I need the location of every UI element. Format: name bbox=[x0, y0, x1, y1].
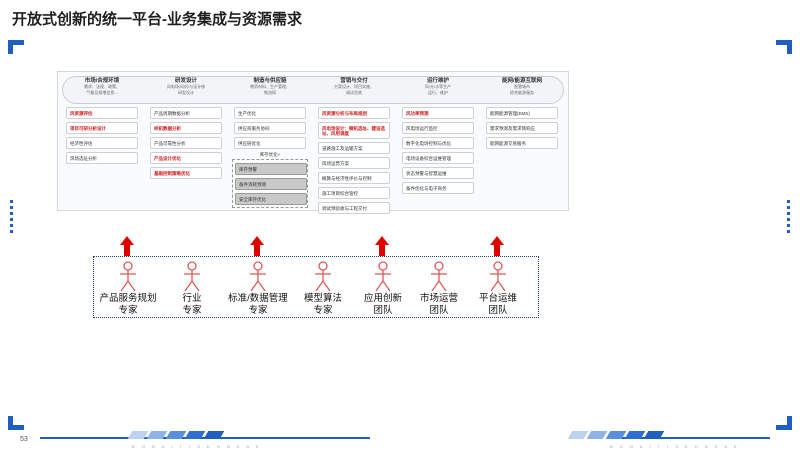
subgroup-label: 库存优化+ bbox=[259, 152, 281, 157]
capability-box[interactable]: 风电场运行监控 bbox=[402, 122, 474, 134]
capability-box[interactable]: 能网能源交易服务 bbox=[486, 137, 558, 149]
person-icon bbox=[118, 261, 138, 293]
page-number: 53 bbox=[20, 436, 28, 443]
arrow-head bbox=[120, 236, 134, 245]
arrow-shaft bbox=[124, 245, 130, 256]
arrow-shaft bbox=[494, 245, 500, 256]
arch-column-header: 制造与供应链 物资材料、生产管理、 物流网 bbox=[230, 78, 310, 104]
role-card: 行业 专家 bbox=[154, 257, 230, 317]
capability-box[interactable]: 施工项目综合管控 bbox=[318, 187, 390, 199]
role-label-line2: 专家 bbox=[182, 305, 202, 316]
arrow-shaft bbox=[254, 245, 260, 256]
person-icon bbox=[313, 261, 333, 293]
up-arrow-icon bbox=[120, 236, 134, 256]
footer-chevrons-right bbox=[567, 431, 665, 439]
capability-box[interactable]: 备件优化与电子商务 bbox=[402, 182, 474, 194]
arch-column-header: 市场/合规环境 需求、法规、政策、 气象及倾增信息... bbox=[62, 78, 142, 104]
person-icon bbox=[488, 261, 508, 293]
role-label: 平台运维 bbox=[478, 293, 517, 304]
up-arrow-icon bbox=[250, 236, 264, 256]
up-arrow-icon bbox=[490, 236, 504, 256]
capability-box[interactable]: 需求预测及需求侧响应 bbox=[486, 122, 558, 134]
arch-column-sub2: 研发设计 bbox=[178, 90, 194, 95]
arrow-head bbox=[375, 236, 389, 245]
capability-box[interactable]: 状态预警与智慧运维 bbox=[402, 167, 474, 179]
capability-box[interactable]: 数字化电场控制与优化 bbox=[402, 137, 474, 149]
arch-column-header: 研发设计 风电场/风机/与设计修 研发设计 bbox=[146, 78, 226, 104]
capability-box[interactable]: 调试预验收与工程交付 bbox=[318, 202, 390, 214]
arch-column-sub2: 物流网 bbox=[264, 90, 276, 95]
capability-box[interactable]: 风资源评估 bbox=[66, 107, 138, 119]
arch-column-header: 营销与交付 方案设计、项目实施、 调试验收 bbox=[314, 78, 394, 104]
capability-box[interactable]: 风功率预测 bbox=[402, 107, 474, 119]
capability-box[interactable]: 产品周期数据分析 bbox=[150, 107, 222, 119]
role-card: 平台运维 团队 bbox=[460, 257, 536, 317]
arch-column: 研发设计 风电场/风机/与设计修 研发设计产品周期数据分析 样机数据分析 产品可靠性分析… bbox=[146, 78, 226, 179]
footer-text-right: B O N A I T I S E H N E A E bbox=[610, 444, 740, 449]
corner-bracket-top-right bbox=[776, 40, 792, 54]
person-icon bbox=[373, 261, 393, 293]
arrow-head bbox=[490, 236, 504, 245]
capability-box[interactable]: 供应链优化 bbox=[234, 137, 306, 149]
subgroup: 库存预警备件消耗预测 安全库存优化 bbox=[232, 159, 308, 208]
corner-bracket-bottom-right bbox=[776, 416, 792, 430]
role-label-line2: 团队 bbox=[488, 305, 508, 316]
capability-box[interactable]: 样机数据分析 bbox=[150, 122, 222, 134]
capability-box[interactable]: 基础控制策略优化 bbox=[150, 167, 222, 179]
capability-box[interactable]: 安全库存优化 bbox=[235, 193, 307, 205]
capability-box[interactable]: 库存预警 bbox=[235, 163, 307, 175]
arch-column-sub2: 调试验收 bbox=[346, 90, 362, 95]
person-icon bbox=[248, 261, 268, 293]
footer-chevrons-left bbox=[127, 431, 225, 439]
side-dash-left bbox=[10, 200, 13, 236]
arch-column-sub2: 运行、维护 bbox=[428, 90, 448, 95]
corner-bracket-top-left bbox=[8, 40, 24, 54]
capability-box[interactable]: 电场设备综合运维管理 bbox=[402, 152, 474, 164]
arch-column: 市场/合规环境 需求、法规、政策、 气象及倾增信息... 风资源评估项目可研分析设计经… bbox=[62, 78, 142, 164]
capability-box[interactable]: 项目可研分析设计 bbox=[66, 122, 138, 134]
up-arrow-icon bbox=[375, 236, 389, 256]
footer-text-left: B O N A I T I S E H N E A E bbox=[132, 444, 262, 449]
arch-column-sub2: 气象及倾增信息... bbox=[86, 90, 118, 95]
arch-column: 运行维护 风/光/水等生产 运行、维护风功率预测风电场运行监控 数字化电场控制与优化电… bbox=[398, 78, 478, 194]
arch-column-header: 运行维护 风/光/水等生产 运行、维护 bbox=[398, 78, 478, 104]
role-label: 行业 bbox=[182, 293, 202, 304]
arrow-head bbox=[250, 236, 264, 245]
capability-box[interactable]: 产品设计优化 bbox=[150, 152, 222, 164]
arch-column: 能网/能源互联网 智慧城市 综合能源服务能网能源管理(EMS) 需求预测及需求侧响应能… bbox=[482, 78, 562, 149]
corner-bracket-bottom-left bbox=[8, 416, 24, 430]
capability-box[interactable]: 风场运营方案 bbox=[318, 157, 390, 169]
person-icon bbox=[182, 261, 202, 293]
capability-box[interactable]: 风资源分析与布局规划 bbox=[318, 107, 390, 119]
capability-box[interactable]: 经济性评估 bbox=[66, 137, 138, 149]
slide-title: 开放式创新的统一平台-业务集成与资源需求 bbox=[12, 11, 302, 28]
capability-box[interactable]: 道路施工及运输方案 bbox=[318, 142, 390, 154]
roles-panel: 产品服务规划 专家 行业 专家 标准/数据管理 专家 模型算法 专家 应用创新 团队 市场… bbox=[93, 256, 539, 318]
architecture-panel: 市场/合规环境 需求、法规、政策、 气象及倾增信息... 风资源评估项目可研分析设计经… bbox=[57, 71, 569, 214]
capability-box[interactable]: 风电场设计：微机选址、建设选址、风用调度 bbox=[318, 122, 390, 139]
capability-box[interactable]: 备件消耗预测 bbox=[235, 178, 307, 190]
arch-column-header: 能网/能源互联网 智慧城市 综合能源服务 bbox=[482, 78, 562, 104]
capability-box[interactable]: 产品可靠性分析 bbox=[150, 137, 222, 149]
arch-column: 营销与交付 方案设计、项目实施、 调试验收风资源分析与布局规划风电场设计：微机选址、… bbox=[314, 78, 394, 214]
person-icon bbox=[429, 261, 449, 293]
capability-box[interactable]: 风场选址分析 bbox=[66, 152, 138, 164]
capability-box[interactable]: 供应商服务协同 bbox=[234, 122, 306, 134]
capability-box[interactable]: 概算与经济性评价与控制 bbox=[318, 172, 390, 184]
capability-box[interactable]: 能网能源管理(EMS) bbox=[486, 107, 558, 119]
arch-column: 制造与供应链 物资材料、生产管理、 物流网生产优化供应商服务协同 供应链优化库存优化+… bbox=[230, 78, 310, 208]
arch-column-sub2: 综合能源服务 bbox=[510, 90, 534, 95]
arrow-shaft bbox=[379, 245, 385, 256]
capability-box[interactable]: 生产优化 bbox=[234, 107, 306, 119]
side-dash-right bbox=[787, 200, 790, 236]
